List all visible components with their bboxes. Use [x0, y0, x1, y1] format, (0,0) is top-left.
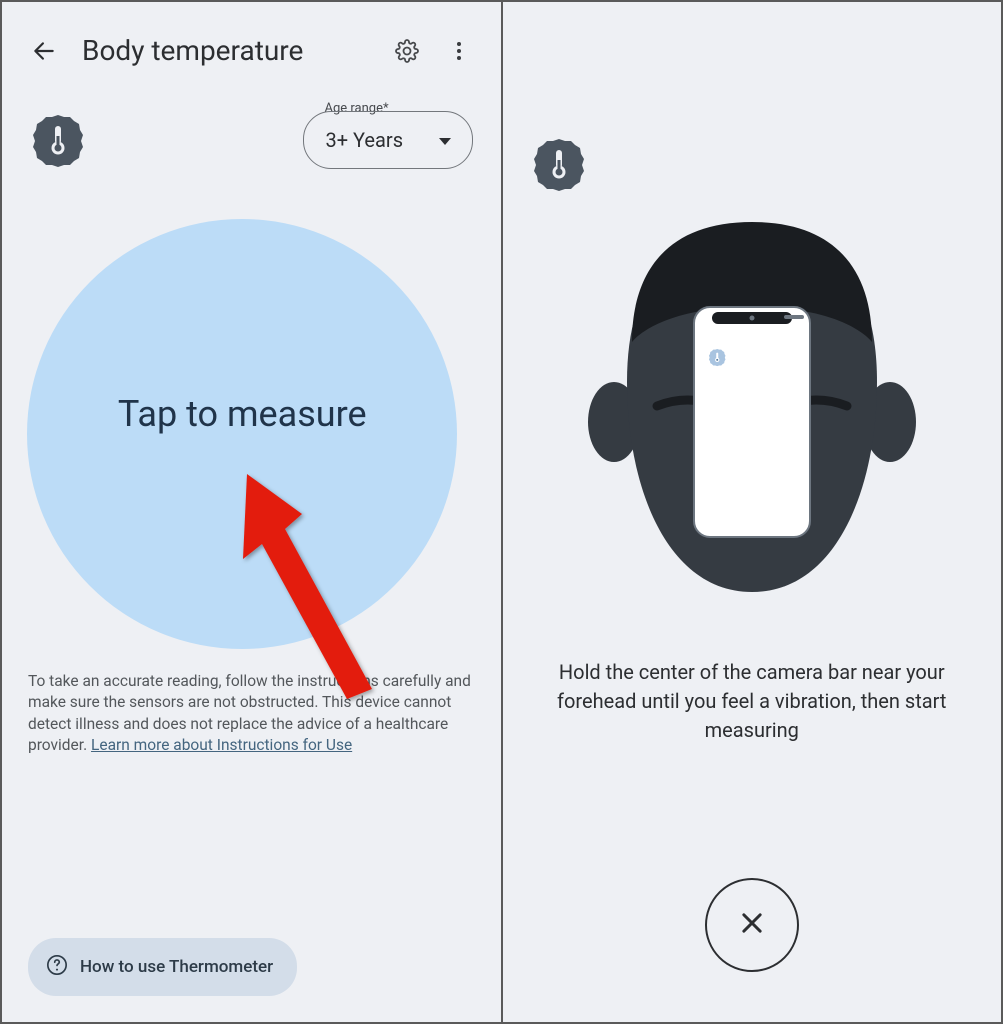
app-header: Body temperature — [2, 2, 501, 87]
instruction-text: Hold the center of the camera bar near y… — [503, 658, 1002, 745]
instructions-link[interactable]: Learn more about Instructions for Use — [91, 736, 352, 754]
how-to-use-label: How to use Thermometer — [80, 957, 273, 977]
more-icon[interactable] — [445, 37, 473, 65]
disclaimer-text: To take an accurate reading, follow the … — [2, 649, 501, 757]
forehead-illustration — [552, 212, 952, 612]
back-icon[interactable] — [30, 37, 58, 65]
chevron-down-icon — [438, 128, 452, 152]
close-button[interactable] — [705, 878, 799, 972]
close-icon — [738, 909, 766, 941]
age-range-value: 3+ Years — [326, 128, 404, 152]
how-to-use-button[interactable]: How to use Thermometer — [28, 938, 297, 996]
thermometer-badge-icon — [30, 112, 86, 168]
measure-label: Tap to measure — [118, 393, 367, 435]
age-range-select[interactable]: 3+ Years — [303, 111, 473, 169]
help-icon — [46, 954, 68, 980]
page-title: Body temperature — [82, 34, 369, 67]
tap-to-measure-button[interactable]: Tap to measure — [27, 219, 457, 649]
screen-body-temperature: Body temperature Age range* — [2, 2, 503, 1022]
thermometer-badge-icon — [531, 136, 587, 192]
gear-icon[interactable] — [393, 37, 421, 65]
screen-hold-instruction: Hold the center of the camera bar near y… — [503, 2, 1002, 1022]
